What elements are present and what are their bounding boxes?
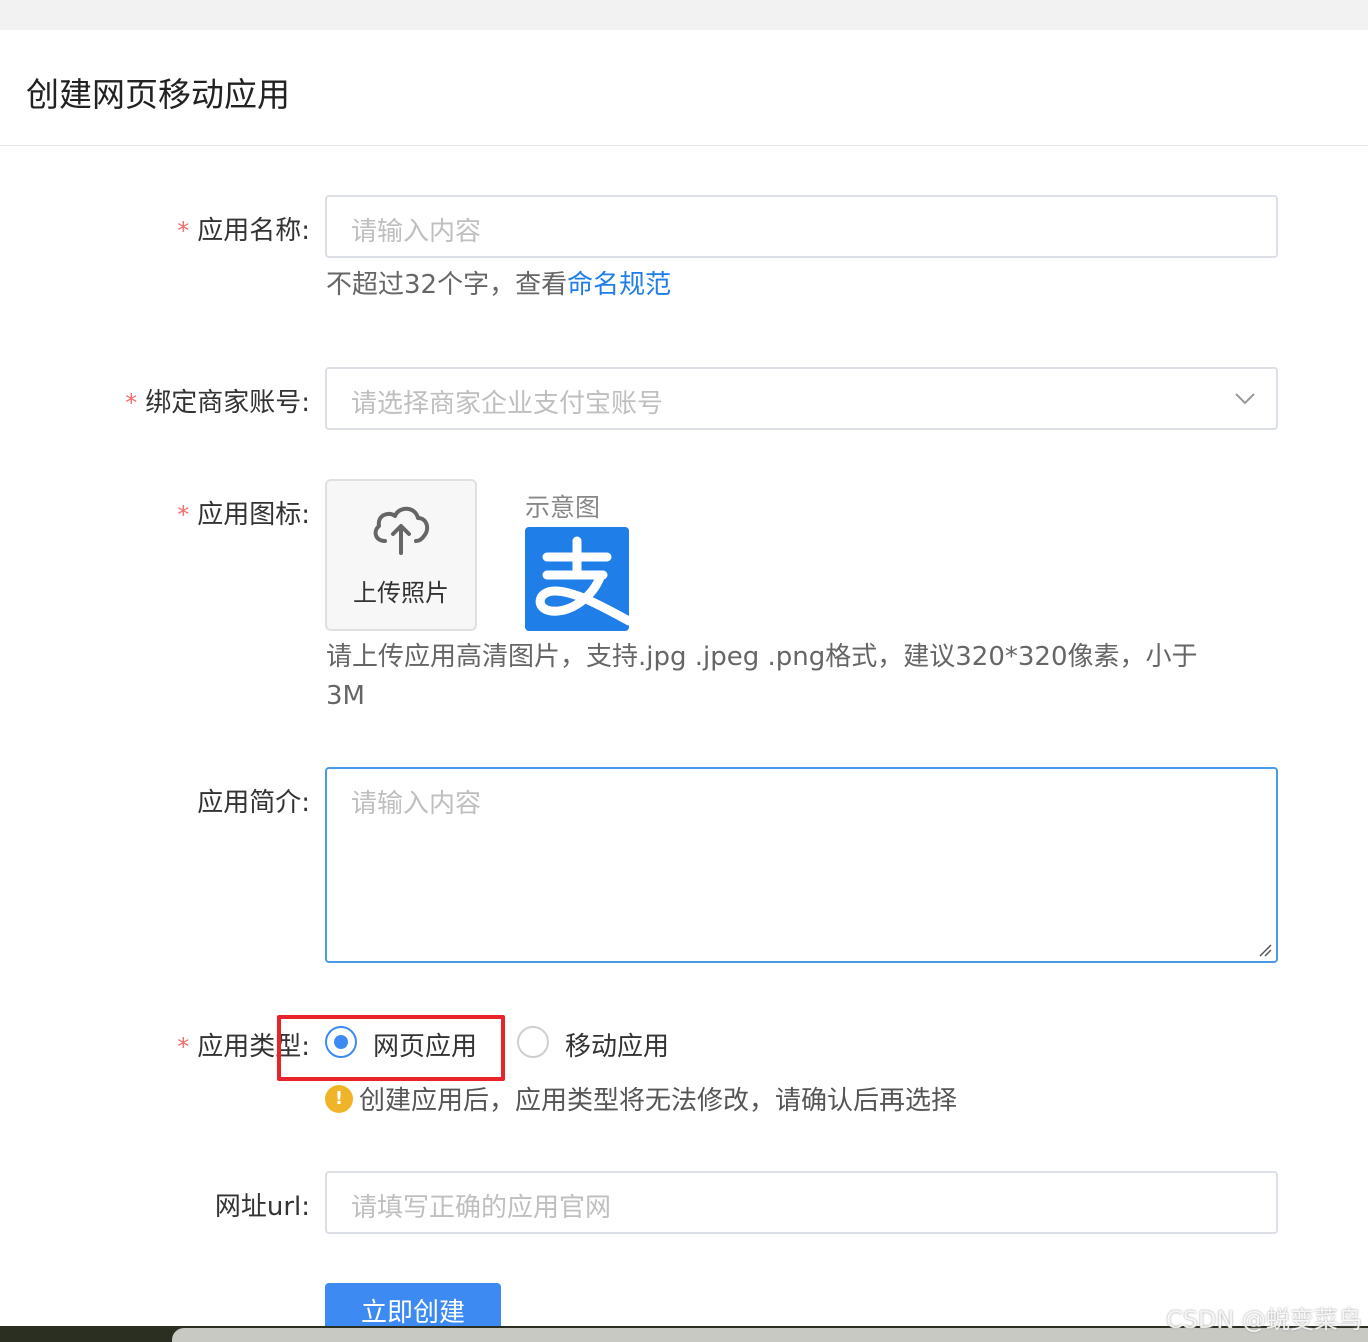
upload-photo-button[interactable]: 上传照片: [325, 479, 477, 631]
app-name-placeholder: 请输入内容: [351, 217, 482, 247]
required-star: *: [125, 389, 138, 417]
app-name-input[interactable]: 请输入内容: [325, 195, 1278, 258]
merchant-account-select[interactable]: 请选择商家企业支付宝账号: [325, 367, 1278, 430]
create-app-page: 创建网页移动应用 * 应用名称: 请输入内容 不超过32个字，查看命名规范 * 绑定…: [0, 30, 1368, 1342]
highlight-annotation: [277, 1015, 505, 1081]
radio-mobile-app-label[interactable]: 移动应用: [565, 1026, 669, 1063]
alipay-logo-icon: [525, 527, 629, 631]
website-url-input[interactable]: 请填写正确的应用官网: [325, 1171, 1278, 1234]
app-name-hint: 不超过32个字，查看命名规范: [326, 270, 672, 300]
merchant-account-placeholder: 请选择商家企业支付宝账号: [351, 389, 664, 419]
app-intro-label: 应用简介:: [197, 788, 310, 818]
app-type-warning: 创建应用后，应用类型将无法修改，请确认后再选择: [359, 1086, 958, 1116]
page-header: 创建网页移动应用: [0, 30, 1368, 146]
website-url-placeholder: 请填写正确的应用官网: [351, 1193, 612, 1223]
app-intro-placeholder: 请输入内容: [351, 789, 482, 819]
cloud-upload-icon: [373, 506, 430, 555]
required-star: *: [177, 501, 190, 529]
chevron-down-icon[interactable]: [1234, 387, 1256, 409]
upload-photo-label: 上传照片: [353, 579, 449, 607]
required-star: *: [177, 217, 190, 245]
example-label: 示意图: [525, 493, 601, 522]
app-intro-textarea[interactable]: 请输入内容: [325, 767, 1278, 963]
resize-grip-icon[interactable]: [1258, 943, 1272, 957]
page-title: 创建网页移动应用: [26, 75, 290, 114]
app-icon-label: * 应用图标:: [177, 500, 310, 530]
app-icon-hint-line2: 3M: [326, 681, 365, 711]
alipay-glyph: [535, 536, 629, 626]
app-name-label: * 应用名称:: [177, 216, 310, 246]
app-icon-hint-line1: 请上传应用高清图片，支持.jpg .jpeg .png格式，建议320*320像…: [326, 642, 1198, 672]
warning-icon: !: [325, 1085, 353, 1113]
naming-rules-link[interactable]: 命名规范: [567, 270, 671, 300]
website-url-label: 网址url:: [214, 1192, 310, 1222]
required-star: *: [177, 1033, 190, 1061]
watermark: CSDN @蜕变菜鸟: [1165, 1306, 1362, 1334]
radio-mobile-app[interactable]: [517, 1026, 549, 1058]
merchant-account-label: * 绑定商家账号:: [125, 388, 310, 418]
